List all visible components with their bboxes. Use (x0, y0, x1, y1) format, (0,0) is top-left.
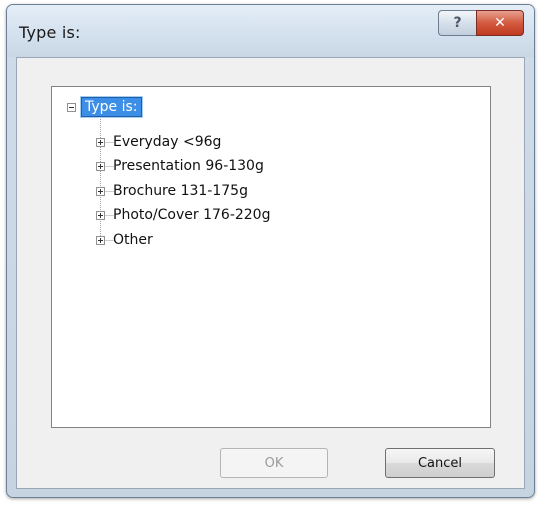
tree-node-label[interactable]: Photo/Cover 176-220g (113, 207, 270, 223)
close-icon: ✕ (494, 15, 506, 31)
tree-root-label[interactable]: Type is: (81, 97, 142, 117)
help-button[interactable]: ? (438, 10, 476, 36)
tree-node-brochure[interactable]: Brochure 131-175g (96, 180, 248, 202)
title-bar-buttons: ? ✕ (438, 10, 524, 36)
close-button[interactable]: ✕ (476, 10, 524, 36)
type-is-dialog: Type is: ? ✕ Type is: Everyday <96g Pres… (6, 4, 535, 498)
expand-icon[interactable] (96, 161, 105, 171)
ok-button[interactable]: OK (220, 448, 328, 478)
tree-node-presentation[interactable]: Presentation 96-130g (96, 155, 264, 177)
tree-root-node[interactable]: Type is: (67, 96, 142, 118)
dialog-title: Type is: (19, 23, 81, 42)
tree-node-label[interactable]: Everyday <96g (113, 134, 221, 150)
help-icon: ? (453, 15, 462, 31)
tree-node-other[interactable]: Other (96, 229, 153, 251)
expand-icon[interactable] (96, 210, 105, 220)
cancel-button[interactable]: Cancel (385, 448, 495, 478)
expand-icon[interactable] (96, 235, 105, 245)
collapse-icon[interactable] (67, 102, 76, 112)
media-type-tree[interactable]: Type is: Everyday <96g Presentation 96-1… (51, 86, 491, 428)
expand-icon[interactable] (96, 186, 105, 196)
expand-icon[interactable] (96, 137, 105, 147)
dialog-body: Type is: Everyday <96g Presentation 96-1… (16, 57, 525, 489)
tree-node-photo-cover[interactable]: Photo/Cover 176-220g (96, 204, 270, 226)
tree-node-label[interactable]: Brochure 131-175g (113, 183, 248, 199)
tree-node-label[interactable]: Other (113, 232, 153, 248)
tree-node-everyday[interactable]: Everyday <96g (96, 131, 221, 153)
title-bar[interactable]: Type is: ? ✕ (7, 5, 534, 57)
tree-node-label[interactable]: Presentation 96-130g (113, 158, 264, 174)
